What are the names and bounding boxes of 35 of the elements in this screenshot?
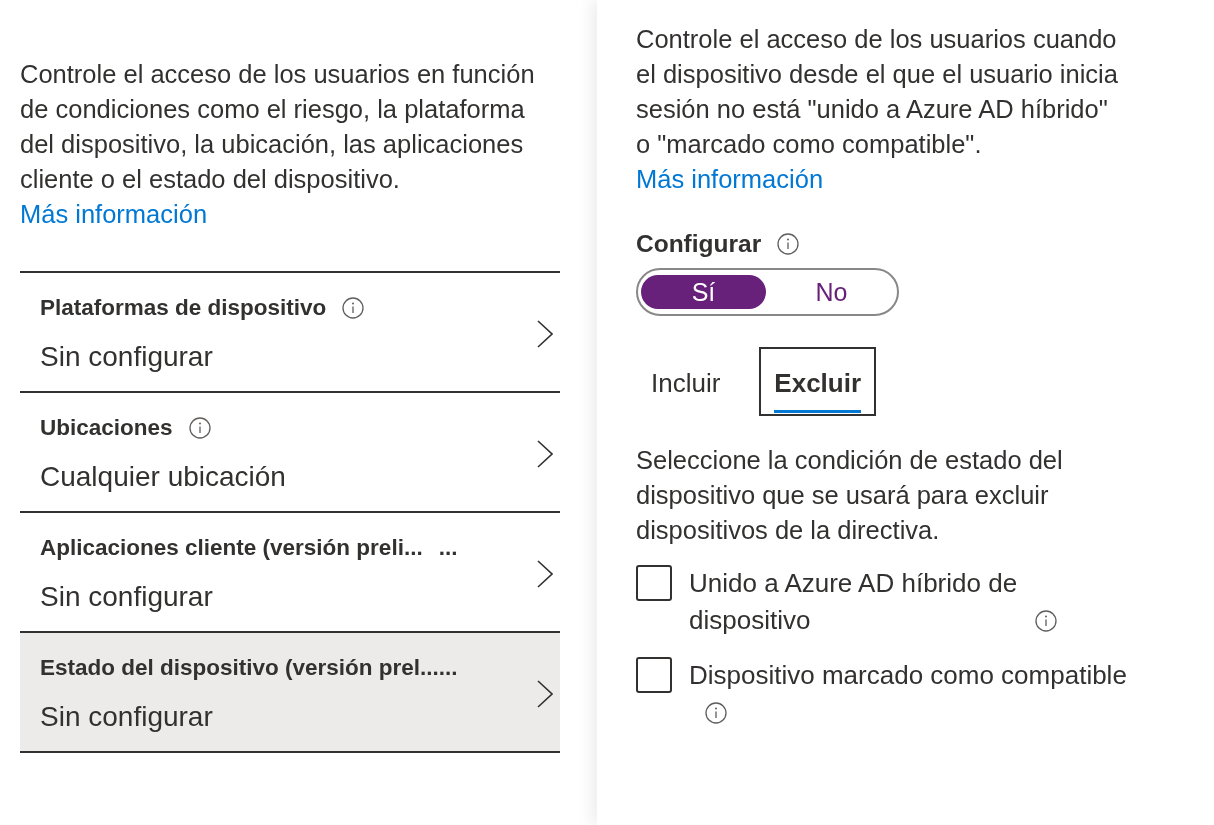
description-text: Controle el acceso de los usuarios en función de condiciones como el riesgo, la plataforma del dispositivo, la ubicación, las aplicaciones cliente o el estado del dispositivo. Más información — [20, 59, 536, 230]
info-icon[interactable] — [188, 417, 211, 439]
more-info-link[interactable]: Más información — [20, 200, 208, 228]
checkbox[interactable] — [636, 565, 672, 601]
field-label: Configurar — [636, 229, 762, 259]
condition-value: Sin configurar — [40, 700, 213, 734]
info-icon[interactable] — [342, 297, 365, 319]
condition-row[interactable]: Plataformas de dispositivo Sin configurar — [20, 271, 560, 391]
checkbox-label: Dispositivo marcado como compatible — [689, 659, 1128, 692]
condition-row[interactable]: Ubicaciones Cualquier ubicación — [20, 391, 560, 511]
tab[interactable]: Excluir — [759, 347, 877, 416]
tab[interactable]: Incluir — [636, 347, 736, 416]
condition-title: Ubicaciones — [40, 414, 173, 442]
condition-title: Plataformas de dispositivo — [40, 294, 327, 322]
info-icon[interactable] — [777, 233, 800, 255]
chevron-right-icon — [537, 680, 553, 708]
condition-row[interactable]: Estado del dispositivo (versión prel...... Sin configurar — [20, 631, 560, 751]
toggle-option[interactable]: Sí — [641, 275, 766, 309]
chevron-right-icon — [537, 320, 553, 348]
condition-value: Sin configurar — [40, 340, 213, 374]
checkbox-label: Unido a Azure AD híbrido de dispositivo — [689, 567, 1019, 637]
instruction-text: Seleccione la condición de estado del dispositivo que se usará para excluir dispositivos de la directiva. — [636, 445, 1064, 546]
checkbox[interactable] — [636, 657, 672, 693]
condition-title: Aplicaciones cliente (versión preli... — [40, 534, 423, 562]
condition-value: Cualquier ubicación — [40, 460, 286, 494]
info-icon[interactable] — [1035, 610, 1057, 632]
chevron-right-icon — [537, 560, 553, 588]
condition-title: Estado del dispositivo (versión prel...... — [40, 654, 458, 682]
ellipsis-text: ... — [438, 534, 458, 562]
description-text: Controle el acceso de los usuarios cuando el dispositivo desde el que el usuario inicia sesión no está "unido a Azure AD híbrido" o "marcado como compatible". Más información — [636, 24, 1119, 195]
info-icon[interactable] — [705, 702, 727, 724]
more-info-link[interactable]: Más información — [636, 165, 824, 193]
toggle-option[interactable]: No — [769, 275, 894, 309]
chevron-right-icon — [537, 440, 553, 468]
condition-value: Sin configurar — [40, 580, 213, 614]
